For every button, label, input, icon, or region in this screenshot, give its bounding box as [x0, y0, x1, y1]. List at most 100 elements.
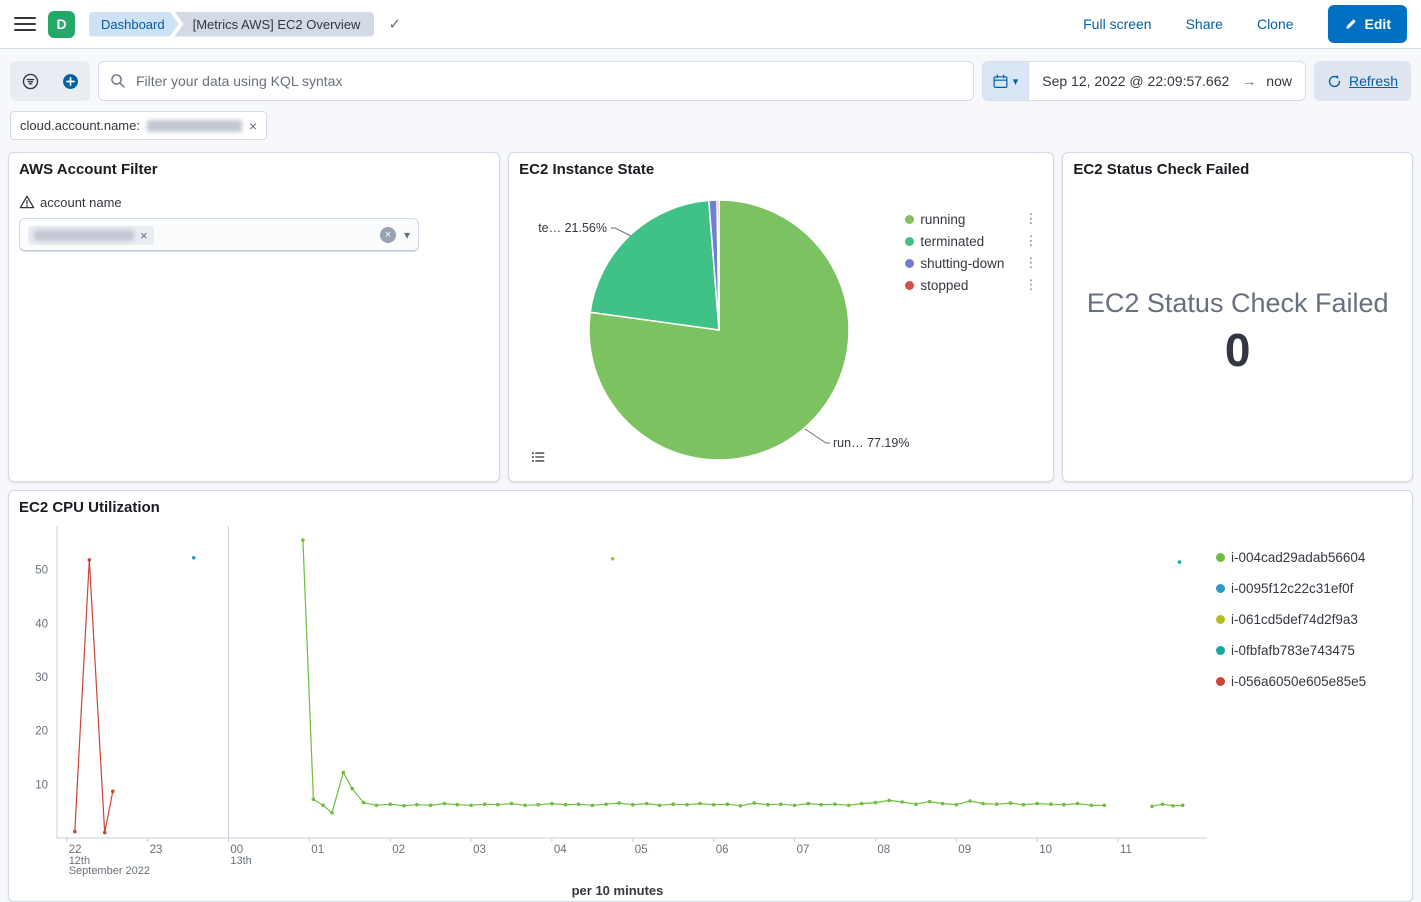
- legend-toggle-button[interactable]: [525, 444, 551, 470]
- account-name-combobox[interactable]: × × ▾: [19, 218, 419, 252]
- series-point: [510, 802, 514, 806]
- legend-label: shutting-down: [920, 256, 1004, 271]
- pencil-icon: [1344, 17, 1358, 31]
- redacted-filter-value: [147, 120, 242, 132]
- series-point: [103, 831, 107, 835]
- x-tick-label: 11: [1120, 844, 1132, 856]
- pie-callout-label: run… 77.19%: [833, 436, 909, 450]
- legend-item-running[interactable]: running ⋮: [905, 208, 1039, 230]
- series-point: [321, 804, 325, 808]
- legend-dot: [905, 259, 914, 268]
- breadcrumb-current-page[interactable]: [Metrics AWS] EC2 Overview: [175, 12, 375, 37]
- legend-item-shutting-down[interactable]: shutting-down ⋮: [905, 252, 1039, 274]
- series-point: [941, 802, 945, 806]
- series-point: [819, 803, 823, 807]
- share-link[interactable]: Share: [1186, 16, 1223, 32]
- date-quick-select-button[interactable]: ▾: [983, 62, 1030, 100]
- x-tick-label: 04: [554, 844, 567, 856]
- hamburger-menu-icon[interactable]: [14, 17, 36, 32]
- series-point: [469, 804, 473, 808]
- clone-link[interactable]: Clone: [1257, 16, 1294, 32]
- series-point: [968, 799, 972, 803]
- legend-label: stopped: [920, 278, 968, 293]
- legend-label: i-056a6050e605e85e5: [1231, 674, 1366, 689]
- kql-search-input[interactable]: [134, 72, 962, 90]
- series-line-i-004cad29adab56604: [1152, 804, 1183, 806]
- series-point: [604, 802, 608, 806]
- cpu-chart-svg[interactable]: 10203040502212thSeptember 2022230013th01…: [19, 520, 1215, 878]
- pie-chart-area: te… 21.56%run… 77.19% running⋮terminated…: [519, 182, 1043, 474]
- date-picker: ▾ Sep 12, 2022 @ 22:09:57.662 → now: [982, 61, 1306, 101]
- redacted-account-value: [34, 230, 134, 241]
- remove-token-icon[interactable]: ×: [140, 229, 148, 242]
- date-end[interactable]: now: [1256, 73, 1305, 89]
- control-label-text: account name: [40, 195, 122, 210]
- combobox-chevron-down-icon[interactable]: ▾: [404, 228, 410, 242]
- legend-kebab-icon[interactable]: ⋮: [1022, 277, 1039, 293]
- add-filter-button[interactable]: [50, 61, 90, 101]
- filter-pill-cloud-account-name[interactable]: cloud.account.name: ×: [10, 111, 267, 140]
- edit-button[interactable]: Edit: [1328, 5, 1407, 43]
- plus-in-circle-icon: [62, 73, 79, 90]
- series-point: [192, 556, 196, 560]
- panel-aws-account-filter: AWS Account Filter account name × × ▾: [8, 152, 500, 482]
- legend-kebab-icon[interactable]: ⋮: [1022, 255, 1039, 271]
- series-point: [362, 801, 366, 805]
- series-point: [564, 803, 568, 807]
- legend-kebab-icon[interactable]: ⋮: [1022, 233, 1039, 249]
- cpu-plot: 10203040502212thSeptember 2022230013th01…: [19, 520, 1216, 898]
- series-point: [793, 804, 797, 808]
- series-point: [900, 800, 904, 804]
- series-point: [496, 803, 500, 807]
- series-point: [766, 803, 770, 807]
- series-point: [1181, 804, 1185, 808]
- legend-dot: [1216, 646, 1225, 655]
- series-point: [111, 790, 115, 794]
- series-point: [1171, 804, 1175, 808]
- series-point: [1076, 802, 1080, 806]
- x-tick-label: 01: [311, 844, 324, 856]
- series-point: [752, 801, 756, 805]
- date-start[interactable]: Sep 12, 2022 @ 22:09:57.662: [1029, 73, 1242, 89]
- clear-selection-icon[interactable]: ×: [380, 227, 396, 243]
- legend-dot: [905, 215, 914, 224]
- series-point: [591, 804, 595, 808]
- panel-ec2-status-check-failed: EC2 Status Check Failed EC2 Status Check…: [1062, 152, 1413, 482]
- series-point: [726, 802, 730, 806]
- breadcrumb-dashboard[interactable]: Dashboard: [89, 12, 179, 37]
- series-point: [330, 811, 334, 815]
- remove-filter-icon[interactable]: ×: [249, 119, 257, 133]
- series-line-i-004cad29adab56604: [303, 540, 1104, 813]
- series-point: [712, 803, 716, 807]
- legend-item-i-061cd5def74d2f9a3[interactable]: i-061cd5def74d2f9a3: [1216, 608, 1402, 630]
- legend-item-terminated[interactable]: terminated⋮: [905, 230, 1039, 252]
- refresh-button[interactable]: Refresh: [1314, 61, 1411, 101]
- full-screen-link[interactable]: Full screen: [1083, 16, 1151, 32]
- pie-legend: running⋮terminated⋮shutting-down⋮stopped…: [905, 208, 1039, 296]
- series-point: [1022, 803, 1026, 807]
- legend-item-i-0095f12c22c31ef0f[interactable]: i-0095f12c22c31ef0f: [1216, 577, 1402, 599]
- query-bar: ▾ Sep 12, 2022 @ 22:09:57.662 → now Refr…: [0, 49, 1421, 101]
- series-point: [1161, 802, 1165, 806]
- legend-item-stopped[interactable]: stopped ⋮: [905, 274, 1039, 296]
- legend-item-i-0fbfafb783e743475[interactable]: i-0fbfafb783e743475: [1216, 639, 1402, 661]
- series-point: [995, 802, 999, 806]
- legend-item-i-004cad29adab56604[interactable]: i-004cad29adab56604: [1216, 546, 1402, 568]
- x-tick-label: 05: [635, 844, 648, 856]
- legend-label: running: [920, 212, 965, 227]
- refresh-icon: [1327, 74, 1342, 89]
- pie-slice-terminated[interactable]: [590, 200, 719, 330]
- selected-account-token[interactable]: ×: [28, 226, 154, 245]
- series-point: [928, 800, 932, 804]
- y-tick-label: 40: [35, 618, 48, 630]
- legend-kebab-icon[interactable]: ⋮: [1022, 211, 1039, 227]
- chevron-down-icon: ▾: [1013, 75, 1019, 88]
- x-tick-label: 09: [958, 844, 971, 856]
- series-point: [523, 804, 527, 808]
- space-badge[interactable]: D: [48, 11, 75, 38]
- series-point: [698, 802, 702, 806]
- y-tick-label: 30: [35, 672, 48, 684]
- legend-item-i-056a6050e605e85e5[interactable]: i-056a6050e605e85e5: [1216, 670, 1402, 692]
- saved-query-menu-button[interactable]: [10, 61, 50, 101]
- series-point: [860, 802, 864, 806]
